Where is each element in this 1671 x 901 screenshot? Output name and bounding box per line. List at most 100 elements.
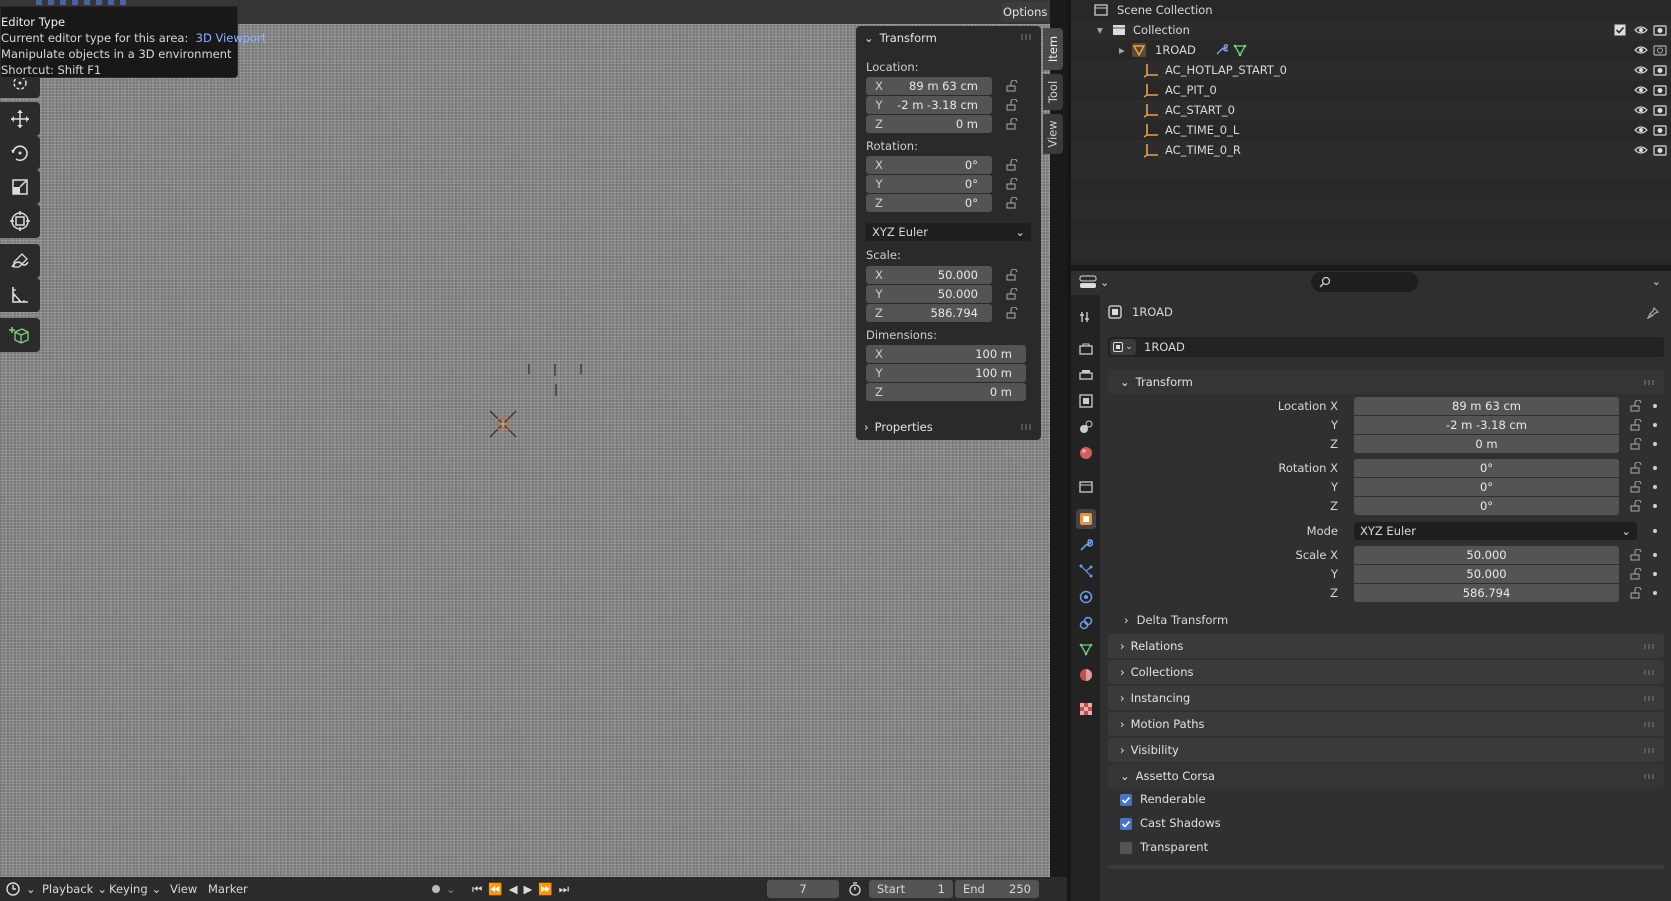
keyframe-dot-icon[interactable] xyxy=(1653,553,1657,557)
prop-rotation-y-field[interactable]: 0° xyxy=(1354,478,1619,496)
prop-rotation-z-field[interactable]: 0° xyxy=(1354,497,1619,515)
rotation-mode-dropdown[interactable]: XYZ Euler ⌄ xyxy=(1354,522,1637,540)
dimensions-y-field[interactable]: Y 100 m xyxy=(866,364,1026,382)
scale-x-field[interactable]: X 50.000 xyxy=(866,266,992,284)
playback-menu[interactable]: Playback ⌄ xyxy=(42,881,107,897)
panel-grip-icon[interactable] xyxy=(1644,748,1656,753)
keyframe-dot-icon[interactable] xyxy=(1653,485,1657,489)
tab-render[interactable] xyxy=(1076,339,1096,359)
location-x-field[interactable]: X 89 m 63 cm xyxy=(866,77,992,95)
unlock-icon[interactable] xyxy=(1006,99,1018,111)
cast-shadows-checkbox[interactable] xyxy=(1120,818,1132,830)
properties-subpanel-header[interactable]: › Properties xyxy=(856,414,1041,439)
unlock-icon[interactable] xyxy=(1630,481,1642,493)
unlock-icon[interactable] xyxy=(1006,269,1018,281)
collections-section-header[interactable]: › Collections xyxy=(1108,660,1664,684)
camera-render-icon[interactable] xyxy=(1653,64,1667,76)
current-frame-field[interactable]: 7 xyxy=(767,880,839,898)
move-tool-button[interactable] xyxy=(0,102,40,136)
instancing-section-header[interactable]: › Instancing xyxy=(1108,686,1664,710)
unlock-icon[interactable] xyxy=(1630,549,1642,561)
object-datablock-field[interactable]: ⌄ 1ROAD xyxy=(1108,337,1664,357)
dimensions-x-field[interactable]: X 100 m xyxy=(866,345,1026,363)
camera-render-icon[interactable] xyxy=(1653,24,1667,36)
panel-grip-icon[interactable] xyxy=(1021,424,1033,430)
prop-location-y-field[interactable]: -2 m -3.18 cm xyxy=(1354,416,1619,434)
transform-panel-header[interactable]: ⌄ Transform xyxy=(856,26,1041,50)
outliner-item-ac-pit-0[interactable]: AC_PIT_0 xyxy=(1071,80,1671,100)
mesh-data-icon[interactable] xyxy=(1233,43,1247,57)
prop-location-x-field[interactable]: 89 m 63 cm xyxy=(1354,397,1619,415)
camera-render-icon[interactable] xyxy=(1653,144,1667,156)
unlock-icon[interactable] xyxy=(1630,587,1642,599)
tab-material[interactable] xyxy=(1076,665,1096,685)
rotation-mode-select[interactable]: XYZ Euler ⌄ xyxy=(866,223,1031,241)
start-frame-field[interactable]: Start 1 xyxy=(869,880,953,898)
tab-scene[interactable] xyxy=(1076,417,1096,437)
prop-scale-y-field[interactable]: 50.000 xyxy=(1354,565,1619,583)
eye-icon[interactable] xyxy=(1634,144,1648,156)
transform-tool-button[interactable] xyxy=(0,204,40,238)
panel-grip-icon[interactable] xyxy=(1021,34,1033,40)
rotation-y-field[interactable]: Y 0° xyxy=(866,175,992,193)
tab-view-layer[interactable] xyxy=(1076,391,1096,411)
delta-transform-subpanel[interactable]: › Delta Transform xyxy=(1124,610,1228,630)
editor-type-button[interactable]: ⌄ xyxy=(6,881,36,897)
options-button[interactable]: Options ⌄ xyxy=(1001,2,1050,22)
outliner-item-ac-hotlap-start-0[interactable]: AC_HOTLAP_START_0 xyxy=(1071,60,1671,80)
properties-search-input[interactable] xyxy=(1311,272,1418,292)
end-frame-field[interactable]: End 250 xyxy=(955,880,1039,898)
prop-rotation-x-field[interactable]: 0° xyxy=(1354,459,1619,477)
wrench-modifier-icon[interactable] xyxy=(1214,43,1228,57)
eye-icon[interactable] xyxy=(1634,64,1648,76)
collection-row[interactable]: ▾ Collection xyxy=(1071,20,1671,40)
camera-render-icon[interactable] xyxy=(1653,124,1667,136)
unlock-icon[interactable] xyxy=(1006,307,1018,319)
measure-tool-button[interactable] xyxy=(0,278,40,312)
unlock-icon[interactable] xyxy=(1006,80,1018,92)
play-icon[interactable]: ▶ xyxy=(524,882,533,896)
checkbox-checked-icon[interactable] xyxy=(1614,24,1626,36)
dimensions-z-field[interactable]: Z0 m xyxy=(866,383,1026,401)
unlock-icon[interactable] xyxy=(1006,118,1018,130)
next-keyframe-icon[interactable]: ⏩ xyxy=(538,882,552,896)
unlock-icon[interactable] xyxy=(1006,159,1018,171)
tab-collection[interactable] xyxy=(1076,477,1096,497)
transparent-checkbox[interactable] xyxy=(1120,842,1132,854)
tab-item[interactable]: Item xyxy=(1043,28,1063,70)
tab-object[interactable] xyxy=(1076,509,1096,529)
unlock-icon[interactable] xyxy=(1630,500,1642,512)
unlock-icon[interactable] xyxy=(1630,462,1642,474)
unlock-icon[interactable] xyxy=(1630,438,1642,450)
keyframe-dot-icon[interactable] xyxy=(1653,504,1657,508)
unlock-icon[interactable] xyxy=(1630,400,1642,412)
location-y-field[interactable]: Y -2 m -3.18 cm xyxy=(866,96,992,114)
chevron-down-icon[interactable]: ⌄ xyxy=(1652,275,1661,288)
outliner-item-ac-time-0-r[interactable]: AC_TIME_0_R xyxy=(1071,140,1671,160)
panel-grip-icon[interactable] xyxy=(1644,696,1656,701)
panel-grip-icon[interactable] xyxy=(1644,670,1656,675)
tab-mesh-data[interactable] xyxy=(1076,639,1096,659)
transform-section-header[interactable]: ⌄ Transform xyxy=(1108,370,1664,394)
auto-keying-toggle[interactable]: ⌄ xyxy=(430,881,456,897)
prop-scale-z-field[interactable]: 586.794 xyxy=(1354,584,1619,602)
outliner-item-1road[interactable]: ▸ 1ROAD xyxy=(1071,40,1671,60)
tab-texture[interactable] xyxy=(1076,699,1096,719)
stopwatch-icon[interactable] xyxy=(848,881,862,897)
jump-end-icon[interactable]: ⏭ xyxy=(559,882,569,897)
empty-object-marker-icon[interactable] xyxy=(487,408,519,440)
camera-render-icon[interactable] xyxy=(1653,84,1667,96)
prop-location-z-field[interactable]: 0 m xyxy=(1354,435,1619,453)
eye-icon[interactable] xyxy=(1634,24,1648,36)
camera-render-icon[interactable] xyxy=(1653,104,1667,116)
keyframe-dot-icon[interactable] xyxy=(1653,423,1657,427)
panel-grip-icon[interactable] xyxy=(1644,774,1656,779)
tab-view[interactable]: View xyxy=(1043,114,1063,154)
view-menu[interactable]: View xyxy=(170,881,197,897)
keyframe-dot-icon[interactable] xyxy=(1653,404,1657,408)
outliner-item-ac-start-0[interactable]: AC_START_0 xyxy=(1071,100,1671,120)
tab-physics[interactable] xyxy=(1076,587,1096,607)
scene-collection-row[interactable]: Scene Collection xyxy=(1071,0,1671,20)
prop-scale-x-field[interactable]: 50.000 xyxy=(1354,546,1619,564)
annotate-tool-button[interactable] xyxy=(0,244,40,278)
